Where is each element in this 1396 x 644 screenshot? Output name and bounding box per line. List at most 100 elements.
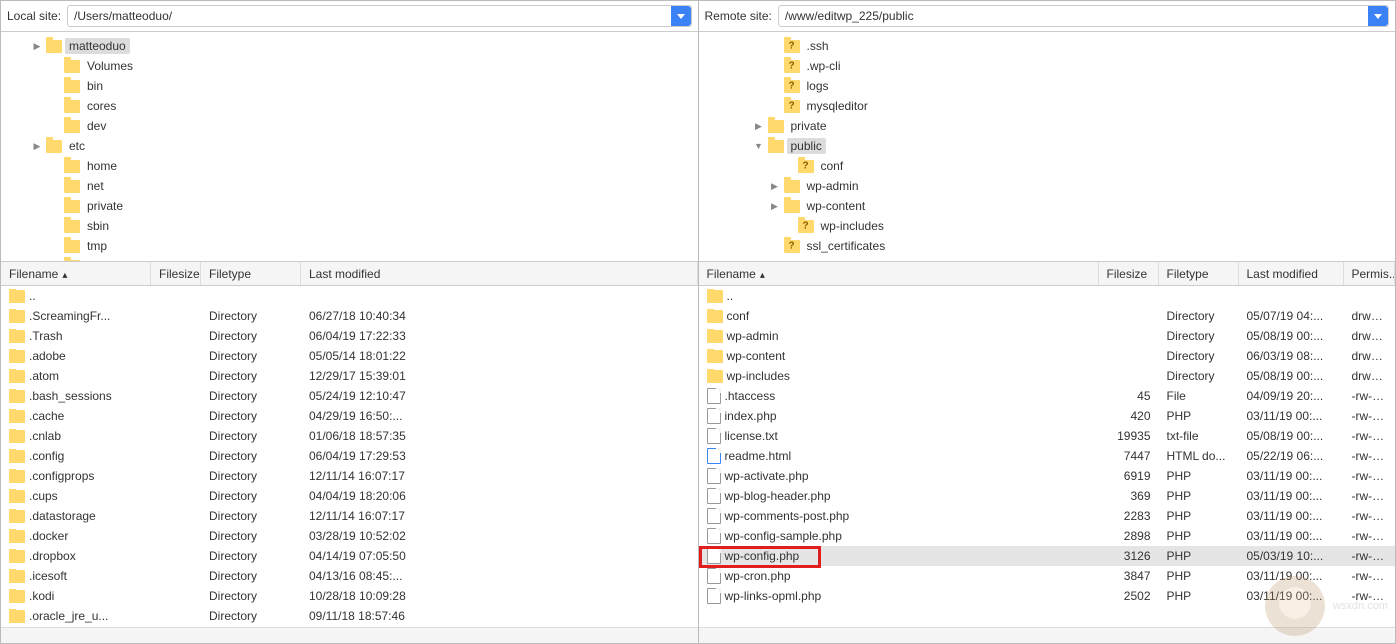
file-row[interactable]: wp-comments-post.php2283PHP03/11/19 00:.… [699,506,1396,526]
folder-icon [768,120,784,133]
remote-headers[interactable]: Filename Filesize Filetype Last modified… [699,262,1396,286]
collapse-icon[interactable] [753,140,765,152]
col-lastmod[interactable]: Last modified [301,262,698,285]
file-row[interactable]: .. [1,286,698,306]
file-row[interactable]: wp-config.php3126PHP05/03/19 10:...-rw-r… [699,546,1396,566]
file-row[interactable]: license.txt19935txt-file05/08/19 00:...-… [699,426,1396,446]
file-row[interactable]: .adobeDirectory05/05/14 18:01:22 [1,346,698,366]
col-filetype[interactable]: Filetype [1159,262,1239,285]
file-row[interactable]: .icesoftDirectory04/13/16 08:45:... [1,566,698,586]
tree-item[interactable]: ssl_certificates [699,236,1396,256]
folder-icon [64,240,80,253]
file-row[interactable]: .ScreamingFr...Directory06/27/18 10:40:3… [1,306,698,326]
expand-icon[interactable] [753,120,765,132]
tree-item-label: .ssh [803,38,833,54]
folder-icon [9,310,25,323]
dropdown-icon[interactable] [1368,6,1388,26]
tree-item[interactable]: wp-admin [699,176,1396,196]
file-row[interactable]: wp-blog-header.php369PHP03/11/19 00:...-… [699,486,1396,506]
file-row[interactable]: .kodiDirectory10/28/18 10:09:28 [1,586,698,606]
file-row[interactable]: wp-includesDirectory05/08/19 00:...drwxr… [699,366,1396,386]
tree-item[interactable]: etc [1,136,698,156]
file-row[interactable]: .. [699,286,1396,306]
tree-item[interactable]: usr [1,256,698,262]
tree-item[interactable]: private [699,116,1396,136]
tree-item[interactable]: home [1,156,698,176]
file-row[interactable]: .cacheDirectory04/29/19 16:50:... [1,406,698,426]
file-row[interactable]: index.php420PHP03/11/19 00:...-rw-r-... [699,406,1396,426]
cell-filesize: 45 [1099,389,1159,403]
file-row[interactable]: .cupsDirectory04/04/19 18:20:06 [1,486,698,506]
file-row[interactable]: .configpropsDirectory12/11/14 16:07:17 [1,466,698,486]
file-row[interactable]: .TrashDirectory06/04/19 17:22:33 [1,326,698,346]
tree-item[interactable]: wp-includes [699,216,1396,236]
file-row[interactable]: wp-adminDirectory05/08/19 00:...drwxr-..… [699,326,1396,346]
file-row[interactable]: .configDirectory06/04/19 17:29:53 [1,446,698,466]
tree-item[interactable]: net [1,176,698,196]
tree-item[interactable]: matteoduo [1,36,698,56]
tree-item[interactable]: .wp-cli [699,56,1396,76]
tree-item[interactable]: bin [1,76,698,96]
tree-item[interactable]: .ssh [699,36,1396,56]
expand-icon[interactable] [31,140,43,152]
file-row[interactable]: .oracle_jre_u...Directory09/11/18 18:57:… [1,606,698,626]
cell-lastmod: 03/11/19 00:... [1239,409,1344,423]
tree-item[interactable]: Volumes [1,56,698,76]
col-permissions[interactable]: Permis... [1344,262,1396,285]
cell-filetype: Directory [1159,329,1239,343]
file-row[interactable]: .atomDirectory12/29/17 15:39:01 [1,366,698,386]
tree-item[interactable]: dev [1,116,698,136]
expand-icon[interactable] [769,200,781,212]
file-row[interactable]: wp-activate.php6919PHP03/11/19 00:...-rw… [699,466,1396,486]
remote-tree[interactable]: .ssh .wp-clilogsmysqleditorprivatepublicc… [699,32,1396,262]
folder-icon [707,310,723,323]
tree-item[interactable]: private [1,196,698,216]
tree-item[interactable]: logs [699,76,1396,96]
tree-item[interactable]: public [699,136,1396,156]
local-hscroll[interactable] [1,627,698,643]
file-row[interactable]: readme.html7447HTML do...05/22/19 06:...… [699,446,1396,466]
file-row[interactable]: .dropboxDirectory04/14/19 07:05:50 [1,546,698,566]
cell-permissions: drwxr-... [1344,309,1396,323]
tree-item[interactable]: wp-content [699,196,1396,216]
file-row[interactable]: .cnlabDirectory01/06/18 18:57:35 [1,426,698,446]
file-row[interactable]: .bash_sessionsDirectory05/24/19 12:10:47 [1,386,698,406]
local-path-bar: Local site: /Users/matteoduo/ [1,1,698,32]
tree-item[interactable]: tmp [1,236,698,256]
local-headers[interactable]: Filename Filesize Filetype Last modified [1,262,698,286]
file-row[interactable]: confDirectory05/07/19 04:...drwxr-... [699,306,1396,326]
expand-icon[interactable] [31,40,43,52]
local-path-select[interactable]: /Users/matteoduo/ [67,5,691,27]
file-row[interactable]: wp-contentDirectory06/03/19 08:...drwxr-… [699,346,1396,366]
col-filename[interactable]: Filename [1,262,151,285]
file-row[interactable]: .datastorageDirectory12/11/14 16:07:17 [1,506,698,526]
col-filesize[interactable]: Filesize [151,262,201,285]
col-filename[interactable]: Filename [699,262,1099,285]
tree-item-label: wp-content [803,198,870,214]
dropdown-icon[interactable] [671,6,691,26]
watermark-logo-icon [1265,576,1325,636]
col-filesize[interactable]: Filesize [1099,262,1159,285]
file-row[interactable]: .dockerDirectory03/28/19 10:52:02 [1,526,698,546]
tree-item-label: dev [83,118,110,134]
cell-lastmod: 05/05/14 18:01:22 [301,349,698,363]
remote-path-select[interactable]: /www/editwp_225/public [778,5,1389,27]
tree-item[interactable]: conf [699,156,1396,176]
local-file-list[interactable]: ...ScreamingFr...Directory06/27/18 10:40… [1,286,698,627]
folder-icon [9,390,25,403]
folder-icon [784,240,800,253]
col-filetype[interactable]: Filetype [201,262,301,285]
folder-icon [64,260,80,263]
tree-item[interactable]: sbin [1,216,698,236]
cell-filename: wp-activate.php [699,468,1099,484]
cell-lastmod: 03/28/19 10:52:02 [301,529,698,543]
expand-icon[interactable] [769,180,781,192]
file-row[interactable]: wp-config-sample.php2898PHP03/11/19 00:.… [699,526,1396,546]
cell-permissions: drwxr-... [1344,329,1396,343]
file-row[interactable]: .htaccess45File04/09/19 20:...-rw-r-... [699,386,1396,406]
local-tree[interactable]: matteoduoVolumesbincores dev etchomenetpri… [1,32,698,262]
tree-item[interactable]: cores [1,96,698,116]
col-lastmod[interactable]: Last modified [1239,262,1344,285]
cell-filetype: Directory [1159,309,1239,323]
tree-item[interactable]: mysqleditor [699,96,1396,116]
